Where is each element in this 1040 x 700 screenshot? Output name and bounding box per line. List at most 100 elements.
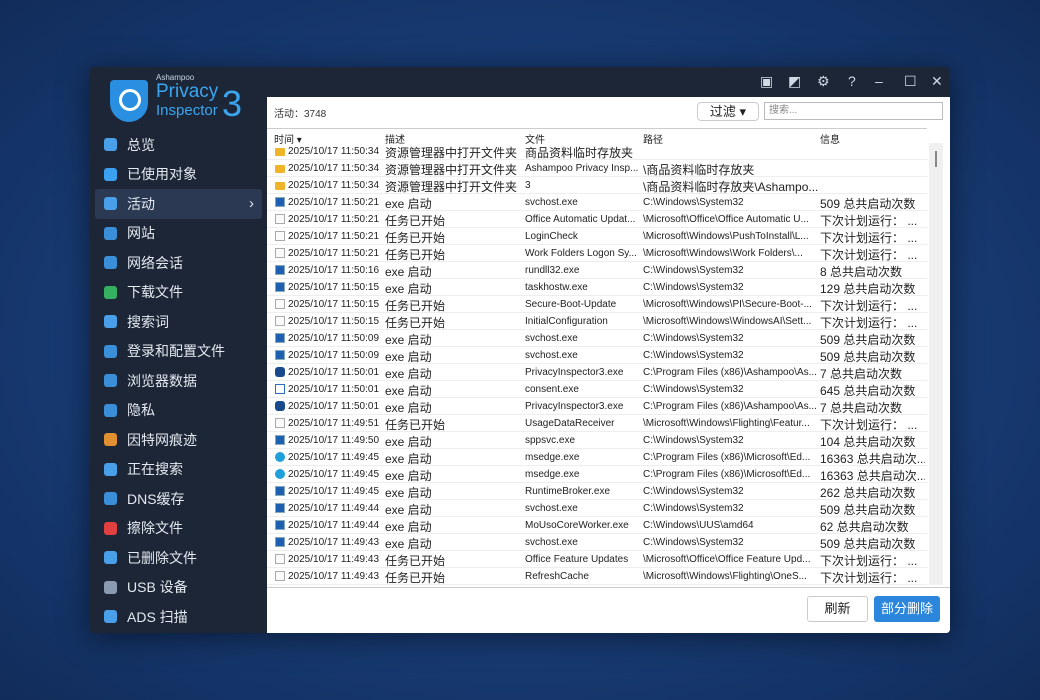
sidebar-item-icon <box>104 138 117 152</box>
table-row[interactable]: 2025/10/17 11:50:34 资源管理器中打开文件夹 3 \商品资料临… <box>267 177 927 194</box>
table-row[interactable]: 2025/10/17 11:50:16 exe 启动 rundll32.exe … <box>267 262 927 279</box>
pi-icon <box>275 401 285 411</box>
table-row[interactable]: 2025/10/17 11:49:43 任务已开始 Office Feature… <box>267 551 927 568</box>
sidebar-item-icon <box>104 610 117 624</box>
cell-time: 2025/10/17 11:49:50 <box>288 435 380 446</box>
table-row[interactable]: 2025/10/17 11:49:43 exe 启动 svchost.exe C… <box>267 534 927 551</box>
table-row[interactable]: 2025/10/17 11:49:45 exe 启动 RuntimeBroker… <box>267 483 927 500</box>
task-icon <box>275 571 285 581</box>
cell-time: 2025/10/17 11:49:43 <box>288 537 380 548</box>
sidebar-item-0[interactable]: 总览 <box>95 130 262 160</box>
sidebar-item-11[interactable]: 正在搜索 <box>95 455 262 485</box>
sidebar-item-8[interactable]: 浏览器数据 <box>95 366 262 396</box>
sidebar-item-icon <box>104 285 117 299</box>
table-row[interactable]: 2025/10/17 11:49:51 任务已开始 UsageDataRecei… <box>267 415 927 432</box>
cell-info: 262 总共启动次数 <box>820 486 916 500</box>
exe-icon <box>275 503 285 513</box>
cell-file: Work Folders Logon Sy... <box>525 248 637 259</box>
sidebar-item-3[interactable]: 网站 <box>95 219 262 249</box>
table-row[interactable]: 2025/10/17 11:50:09 exe 启动 svchost.exe C… <box>267 330 927 347</box>
cell-description: 任务已开始 <box>385 316 446 330</box>
feedback-icon[interactable]: ▣ <box>760 73 773 90</box>
partial-delete-button[interactable]: 部分删除 <box>874 596 940 622</box>
table-row[interactable]: 2025/10/17 11:49:50 exe 启动 sppsvc.exe C:… <box>267 432 927 449</box>
sidebar-item-label: 登录和配置文件 <box>127 343 225 360</box>
sidebar-item-2[interactable]: 活动 › <box>95 189 262 219</box>
table-row[interactable]: 2025/10/17 11:49:44 exe 启动 svchost.exe C… <box>267 500 927 517</box>
table-row[interactable]: 2025/10/17 11:50:15 exe 启动 taskhostw.exe… <box>267 279 927 296</box>
table-row[interactable]: 2025/10/17 11:50:21 任务已开始 LoginCheck \Mi… <box>267 228 927 245</box>
task-icon <box>275 231 285 241</box>
scrollbar-thumb[interactable] <box>935 151 937 167</box>
sidebar-item-10[interactable]: 因特网痕迹 <box>95 425 262 455</box>
exe-icon <box>275 435 285 445</box>
edge-icon <box>275 452 285 462</box>
sidebar-item-6[interactable]: 搜索词 <box>95 307 262 337</box>
app-logo: Ashampoo Privacy Inspector 3 <box>108 71 268 131</box>
table-row[interactable]: 2025/10/17 11:50:21 exe 启动 svchost.exe C… <box>267 194 927 211</box>
cell-description: 任务已开始 <box>385 299 446 313</box>
table-row[interactable]: 2025/10/17 11:50:21 任务已开始 Work Folders L… <box>267 245 927 262</box>
cell-description: 任务已开始 <box>385 231 446 245</box>
cell-description: 资源管理器中打开文件夹 <box>385 163 518 177</box>
cell-path: C:\Windows\System32 <box>643 503 744 514</box>
cell-path: \商品资料临时存放夹 <box>643 163 755 177</box>
sidebar-item-label: 浏览器数据 <box>127 372 197 389</box>
table-row[interactable]: 2025/10/17 11:49:45 exe 启动 msedge.exe C:… <box>267 466 927 483</box>
sidebar-item-label: 活动 <box>127 195 155 212</box>
cell-time: 2025/10/17 11:50:21 <box>288 248 380 259</box>
cell-info: 下次计划运行： ... <box>820 554 918 568</box>
table-row[interactable]: 2025/10/17 11:49:45 exe 启动 msedge.exe C:… <box>267 449 927 466</box>
sidebar-item-15[interactable]: USB 设备 <box>95 573 262 603</box>
maximize-icon[interactable]: ☐ <box>904 73 917 90</box>
table-row[interactable]: 2025/10/17 11:50:01 exe 启动 PrivacyInspec… <box>267 364 927 381</box>
filter-dropdown[interactable]: 过滤 ▾ <box>697 102 759 121</box>
cell-file: Office Feature Updates <box>525 554 629 565</box>
table-row[interactable]: 2025/10/17 11:50:15 任务已开始 InitialConfigu… <box>267 313 927 330</box>
sidebar-item-label: ADS 扫描 <box>127 608 188 625</box>
cell-info: 509 总共启动次数 <box>820 197 916 211</box>
sidebar-item-label: 已删除文件 <box>127 549 197 566</box>
sidebar-item-icon <box>104 551 117 565</box>
sidebar-item-12[interactable]: DNS缓存 <box>95 484 262 514</box>
sidebar-item-5[interactable]: 下载文件 <box>95 278 262 308</box>
table-row[interactable]: 2025/10/17 11:50:34 资源管理器中打开文件夹 Ashampoo… <box>267 160 927 177</box>
sidebar-item-label: 总览 <box>127 136 155 153</box>
cell-description: 任务已开始 <box>385 554 446 568</box>
cell-file: LoginCheck <box>525 231 578 242</box>
cell-description: exe 启动 <box>385 367 432 381</box>
sidebar-item-4[interactable]: 网络会话 <box>95 248 262 278</box>
news-icon[interactable]: ◩ <box>788 73 801 90</box>
cell-info: 129 总共启动次数 <box>820 282 916 296</box>
table-row[interactable]: 2025/10/17 11:49:43 任务已开始 RefreshCache \… <box>267 568 927 585</box>
sidebar-item-7[interactable]: 登录和配置文件 <box>95 337 262 367</box>
table-row[interactable]: 2025/10/17 11:50:01 exe 启动 consent.exe C… <box>267 381 927 398</box>
sidebar-item-16[interactable]: ADS 扫描 <box>95 602 262 632</box>
close-icon[interactable]: ✕ <box>931 73 943 90</box>
cell-file: svchost.exe <box>525 197 578 208</box>
cell-file: Secure-Boot-Update <box>525 299 617 310</box>
cell-info: 下次计划运行： ... <box>820 418 918 432</box>
table-row[interactable]: 2025/10/17 11:50:34 资源管理器中打开文件夹 商品资料临时存放… <box>267 143 927 160</box>
minimize-icon[interactable]: – <box>875 73 883 89</box>
sidebar-item-1[interactable]: 已使用对象 <box>95 160 262 190</box>
footer-bar: 刷新 部分删除 <box>267 587 950 633</box>
shield-logo-icon <box>110 80 148 122</box>
table-header: 时间 ▾ 描述 文件 路径 信息 <box>267 128 927 146</box>
table-row[interactable]: 2025/10/17 11:50:21 任务已开始 Office Automat… <box>267 211 927 228</box>
cell-description: exe 启动 <box>385 333 432 347</box>
cell-file: svchost.exe <box>525 333 578 344</box>
sidebar-item-9[interactable]: 隐私 <box>95 396 262 426</box>
table-row[interactable]: 2025/10/17 11:50:15 任务已开始 Secure-Boot-Up… <box>267 296 927 313</box>
sidebar-item-13[interactable]: 擦除文件 <box>95 514 262 544</box>
cell-path: C:\Program Files (x86)\Ashampoo\As... <box>643 367 817 378</box>
table-row[interactable]: 2025/10/17 11:50:09 exe 启动 svchost.exe C… <box>267 347 927 364</box>
table-row[interactable]: 2025/10/17 11:50:01 exe 启动 PrivacyInspec… <box>267 398 927 415</box>
help-icon[interactable]: ? <box>848 73 856 89</box>
refresh-button[interactable]: 刷新 <box>807 596 868 622</box>
sidebar-item-14[interactable]: 已删除文件 <box>95 543 262 573</box>
settings-icon[interactable]: ⚙ <box>817 73 830 90</box>
vertical-scrollbar[interactable] <box>929 143 943 585</box>
search-input[interactable]: 搜索... <box>764 102 943 120</box>
table-row[interactable]: 2025/10/17 11:49:44 exe 启动 MoUsoCoreWork… <box>267 517 927 534</box>
